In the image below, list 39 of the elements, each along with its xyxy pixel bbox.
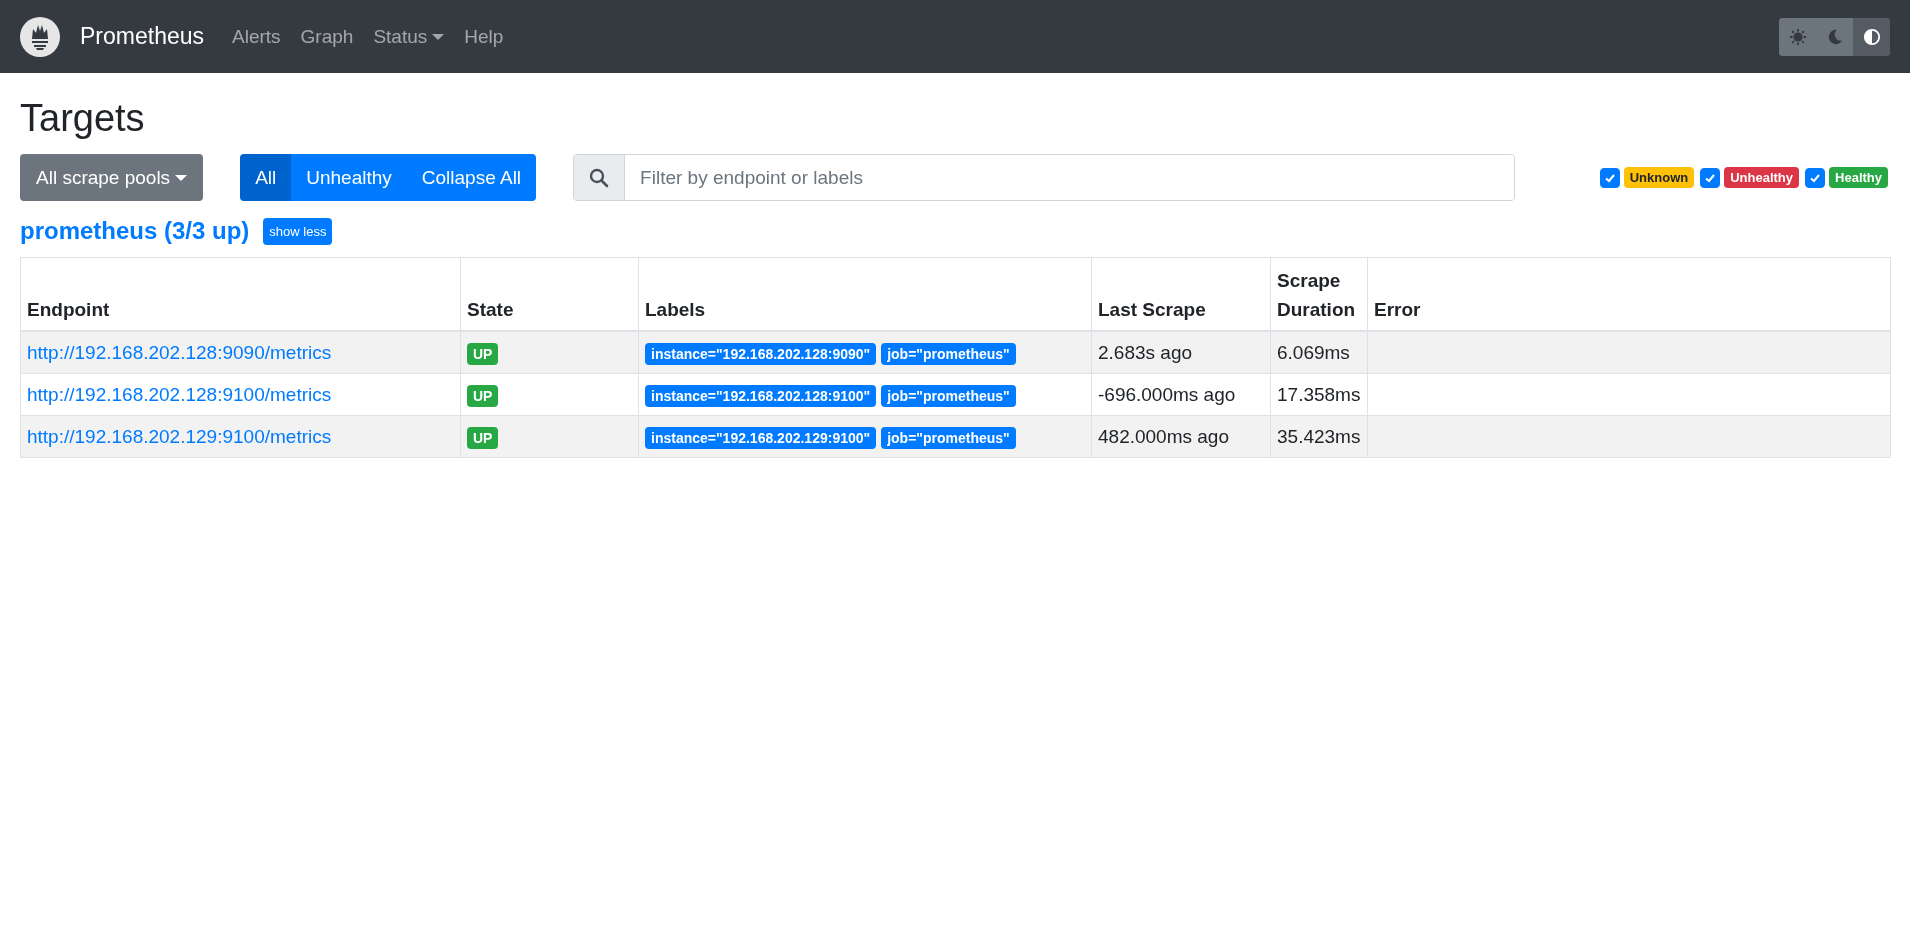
flame-logo-icon[interactable] [20, 16, 60, 57]
half-circle-icon [1862, 27, 1881, 46]
state-badge: UP [467, 384, 499, 407]
label-badge: job="prometheus" [881, 426, 1016, 449]
health-badge: Unhealthy [1724, 167, 1800, 188]
scrape-pool-link[interactable]: prometheus (3/3 up) [20, 217, 250, 245]
nav-link[interactable]: Help [464, 25, 504, 48]
search-icon [589, 167, 610, 188]
table-cell: 2.683s ago [1091, 331, 1271, 374]
checkbox[interactable] [1700, 167, 1721, 188]
health-badge: Healthy [1829, 167, 1888, 188]
label-badge: instance="192.168.202.129:9100" [645, 426, 877, 449]
table-cell: 17.358ms [1270, 373, 1368, 416]
filter-toggle-button[interactable]: Collapse All [406, 154, 537, 201]
checkbox[interactable] [1599, 167, 1620, 188]
filter-toggle-button[interactable]: Unhealthy [291, 154, 407, 201]
state-badge: UP [467, 426, 499, 449]
filter-toggle-button[interactable]: All [240, 154, 292, 201]
nav-link[interactable]: Alerts [232, 25, 281, 48]
scrape-pool-dropdown[interactable]: All scrape pools [20, 154, 204, 201]
page-title: Targets [20, 97, 146, 140]
nav-dropdown[interactable]: Status [373, 25, 445, 48]
label-badge: job="prometheus" [881, 384, 1016, 407]
table-cell: 6.069ms [1270, 331, 1368, 374]
label-badge: instance="192.168.202.128:9090" [645, 342, 877, 365]
table-cell: -696.000ms ago [1091, 373, 1271, 416]
label-badge: instance="192.168.202.128:9100" [645, 384, 877, 407]
state-badge: UP [467, 342, 499, 365]
table-cell: 482.000ms ago [1091, 415, 1271, 458]
health-badge: Unknown [1623, 167, 1695, 188]
label-badge: job="prometheus" [881, 342, 1016, 365]
table-cell: 35.423ms [1270, 415, 1368, 458]
nav-link[interactable]: Graph [300, 25, 354, 48]
search-field[interactable]: Filter by endpoint or labels [573, 154, 1516, 201]
show-less-button[interactable]: show less [263, 217, 333, 245]
theme-button[interactable] [1853, 17, 1890, 56]
checkbox[interactable] [1805, 167, 1826, 188]
sun-icon [1788, 27, 1807, 46]
brand-name[interactable]: Prometheus [80, 23, 204, 50]
